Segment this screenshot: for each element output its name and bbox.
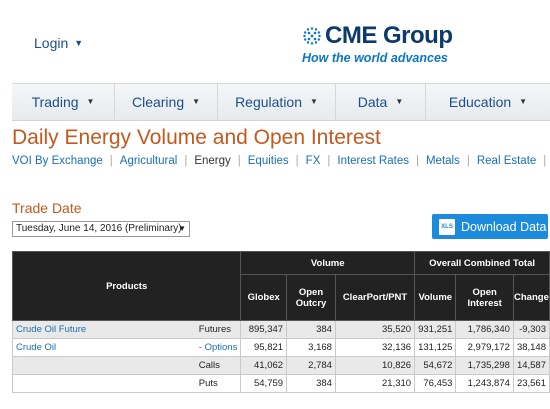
globe-icon <box>303 27 321 45</box>
subnav-equities[interactable]: Equities <box>248 155 289 167</box>
chevron-down-icon: ▼ <box>178 224 186 233</box>
total-volume-header: Volume <box>414 274 457 321</box>
chevron-down-icon: ▼ <box>310 96 318 106</box>
clearport-cell: 10,826 <box>334 356 416 375</box>
volume-table: Products Volume Overall Combined Total G… <box>11 251 550 393</box>
globex-cell: 54,759 <box>240 374 288 393</box>
separator: | <box>327 155 331 167</box>
chevron-down-icon: ▼ <box>395 96 404 106</box>
change-cell: 23,561 <box>512 374 550 393</box>
clearport-header: ClearPort/PNT <box>334 274 416 321</box>
xls-icon: XLS <box>439 218 455 235</box>
volume-cell: 131,125 <box>414 338 457 357</box>
main-nav: Trading ▼ Clearing ▼ Regulation ▼ Data ▼ Edu… <box>12 83 550 121</box>
trade-date-label: Trade Date <box>12 200 82 216</box>
volume-group-header: Volume <box>240 251 416 275</box>
page-title: Daily Energy Volume and Open Interest <box>12 126 381 149</box>
chevron-down-icon: ▼ <box>86 96 95 106</box>
product-cell <box>11 356 196 375</box>
products-header: Products <box>11 251 242 321</box>
subnav-metals[interactable]: Metals <box>426 155 460 167</box>
options-link[interactable]: - Options <box>199 342 238 353</box>
separator: | <box>415 155 419 167</box>
globex-cell: 41,062 <box>240 356 288 375</box>
nav-clearing[interactable]: Clearing ▼ <box>115 84 218 120</box>
nav-label: Education <box>448 94 512 110</box>
separator: | <box>237 155 241 167</box>
nav-label: Clearing <box>131 94 185 110</box>
globex-header: Globex <box>240 274 288 321</box>
asset-class-subnav: VOI By Exchange | Agricultural | Energy | Equi… <box>12 155 550 167</box>
separator: | <box>109 155 113 167</box>
globex-cell: 95,821 <box>240 338 288 357</box>
subnav-voi-by-exchange[interactable]: VOI By Exchange <box>12 155 103 167</box>
nav-label: Trading <box>31 94 79 110</box>
volume-cell: 76,453 <box>414 374 457 393</box>
clearport-cell: 32,136 <box>334 338 416 357</box>
open-interest-cell: 1,243,874 <box>455 374 514 393</box>
separator: | <box>466 155 470 167</box>
volume-cell: 931,251 <box>414 320 457 339</box>
header-line: Interest <box>467 297 502 309</box>
overall-total-header: Overall Combined Total <box>414 251 550 275</box>
product-type: Puts <box>195 374 242 393</box>
nav-trading[interactable]: Trading ▼ <box>12 84 115 120</box>
table-row: Puts 54,759 384 21,310 76,453 1,243,874 … <box>11 374 550 393</box>
separator: | <box>184 155 188 167</box>
outcry-cell: 384 <box>286 320 336 339</box>
product-link[interactable]: Crude Oil <box>16 342 56 353</box>
product-cell <box>11 374 196 393</box>
outcry-cell: 3,168 <box>286 338 336 357</box>
header-line: Open <box>472 286 497 298</box>
header-line: Outcry <box>295 297 327 309</box>
subnav-agricultural[interactable]: Agricultural <box>120 155 178 167</box>
nav-label: Regulation <box>235 94 302 110</box>
open-interest-cell: 1,735,298 <box>455 356 514 375</box>
globex-cell: 895,347 <box>240 320 288 339</box>
login-menu[interactable]: Login ▼ <box>34 35 83 51</box>
nav-regulation[interactable]: Regulation ▼ <box>218 84 336 120</box>
open-interest-cell: 1,786,340 <box>455 320 514 339</box>
brand-tagline: How the world advances <box>302 51 448 65</box>
change-header: Change <box>512 274 550 321</box>
open-outcry-header: Open Outcry <box>286 274 336 321</box>
change-cell: -9,303 <box>512 320 550 339</box>
clearport-cell: 21,310 <box>334 374 416 393</box>
subnav-fx[interactable]: FX <box>306 155 321 167</box>
change-cell: 14,587 <box>512 356 550 375</box>
nav-label: Data <box>357 94 388 110</box>
download-data-button[interactable]: XLS Download Data <box>432 214 548 239</box>
chevron-down-icon: ▼ <box>519 96 528 106</box>
nav-education[interactable]: Education ▼ <box>426 84 550 120</box>
product-link[interactable]: Crude Oil Future <box>16 324 86 335</box>
product-type: Calls <box>195 356 242 375</box>
chevron-down-icon: ▼ <box>74 38 84 48</box>
table-row: Calls 41,062 2,784 10,826 54,672 1,735,2… <box>11 356 550 375</box>
download-label: Download Data <box>461 219 547 234</box>
product-type: Futures <box>195 320 242 339</box>
subnav-real-estate[interactable]: Real Estate <box>477 155 536 167</box>
subnav-energy: Energy <box>194 155 231 167</box>
volume-cell: 54,672 <box>414 356 457 375</box>
clearport-cell: 35,520 <box>334 320 416 339</box>
brand-logo[interactable]: CME Group How the world advances <box>302 22 453 65</box>
table-row: Crude Oil Future Futures 895,347 384 35,… <box>11 320 550 339</box>
separator: | <box>295 155 299 167</box>
nav-data[interactable]: Data ▼ <box>336 84 426 120</box>
open-interest-header: Open Interest <box>455 274 514 321</box>
trade-date-select[interactable]: Tuesday, June 14, 2016 (Preliminary) ▼ <box>12 221 190 237</box>
header-line: Open <box>298 286 324 298</box>
change-cell: 38,148 <box>512 338 550 357</box>
outcry-cell: 2,784 <box>286 356 336 375</box>
separator: | <box>543 155 547 167</box>
trade-date-value: Tuesday, June 14, 2016 (Preliminary) <box>16 223 182 234</box>
outcry-cell: 384 <box>286 374 336 393</box>
login-label: Login <box>34 35 69 51</box>
open-interest-cell: 2,979,172 <box>455 338 514 357</box>
chevron-down-icon: ▼ <box>192 96 201 106</box>
subnav-interest-rates[interactable]: Interest Rates <box>337 155 409 167</box>
brand-name: CME Group <box>325 22 453 49</box>
table-row: Crude Oil - Options 95,821 3,168 32,136 … <box>11 338 550 357</box>
